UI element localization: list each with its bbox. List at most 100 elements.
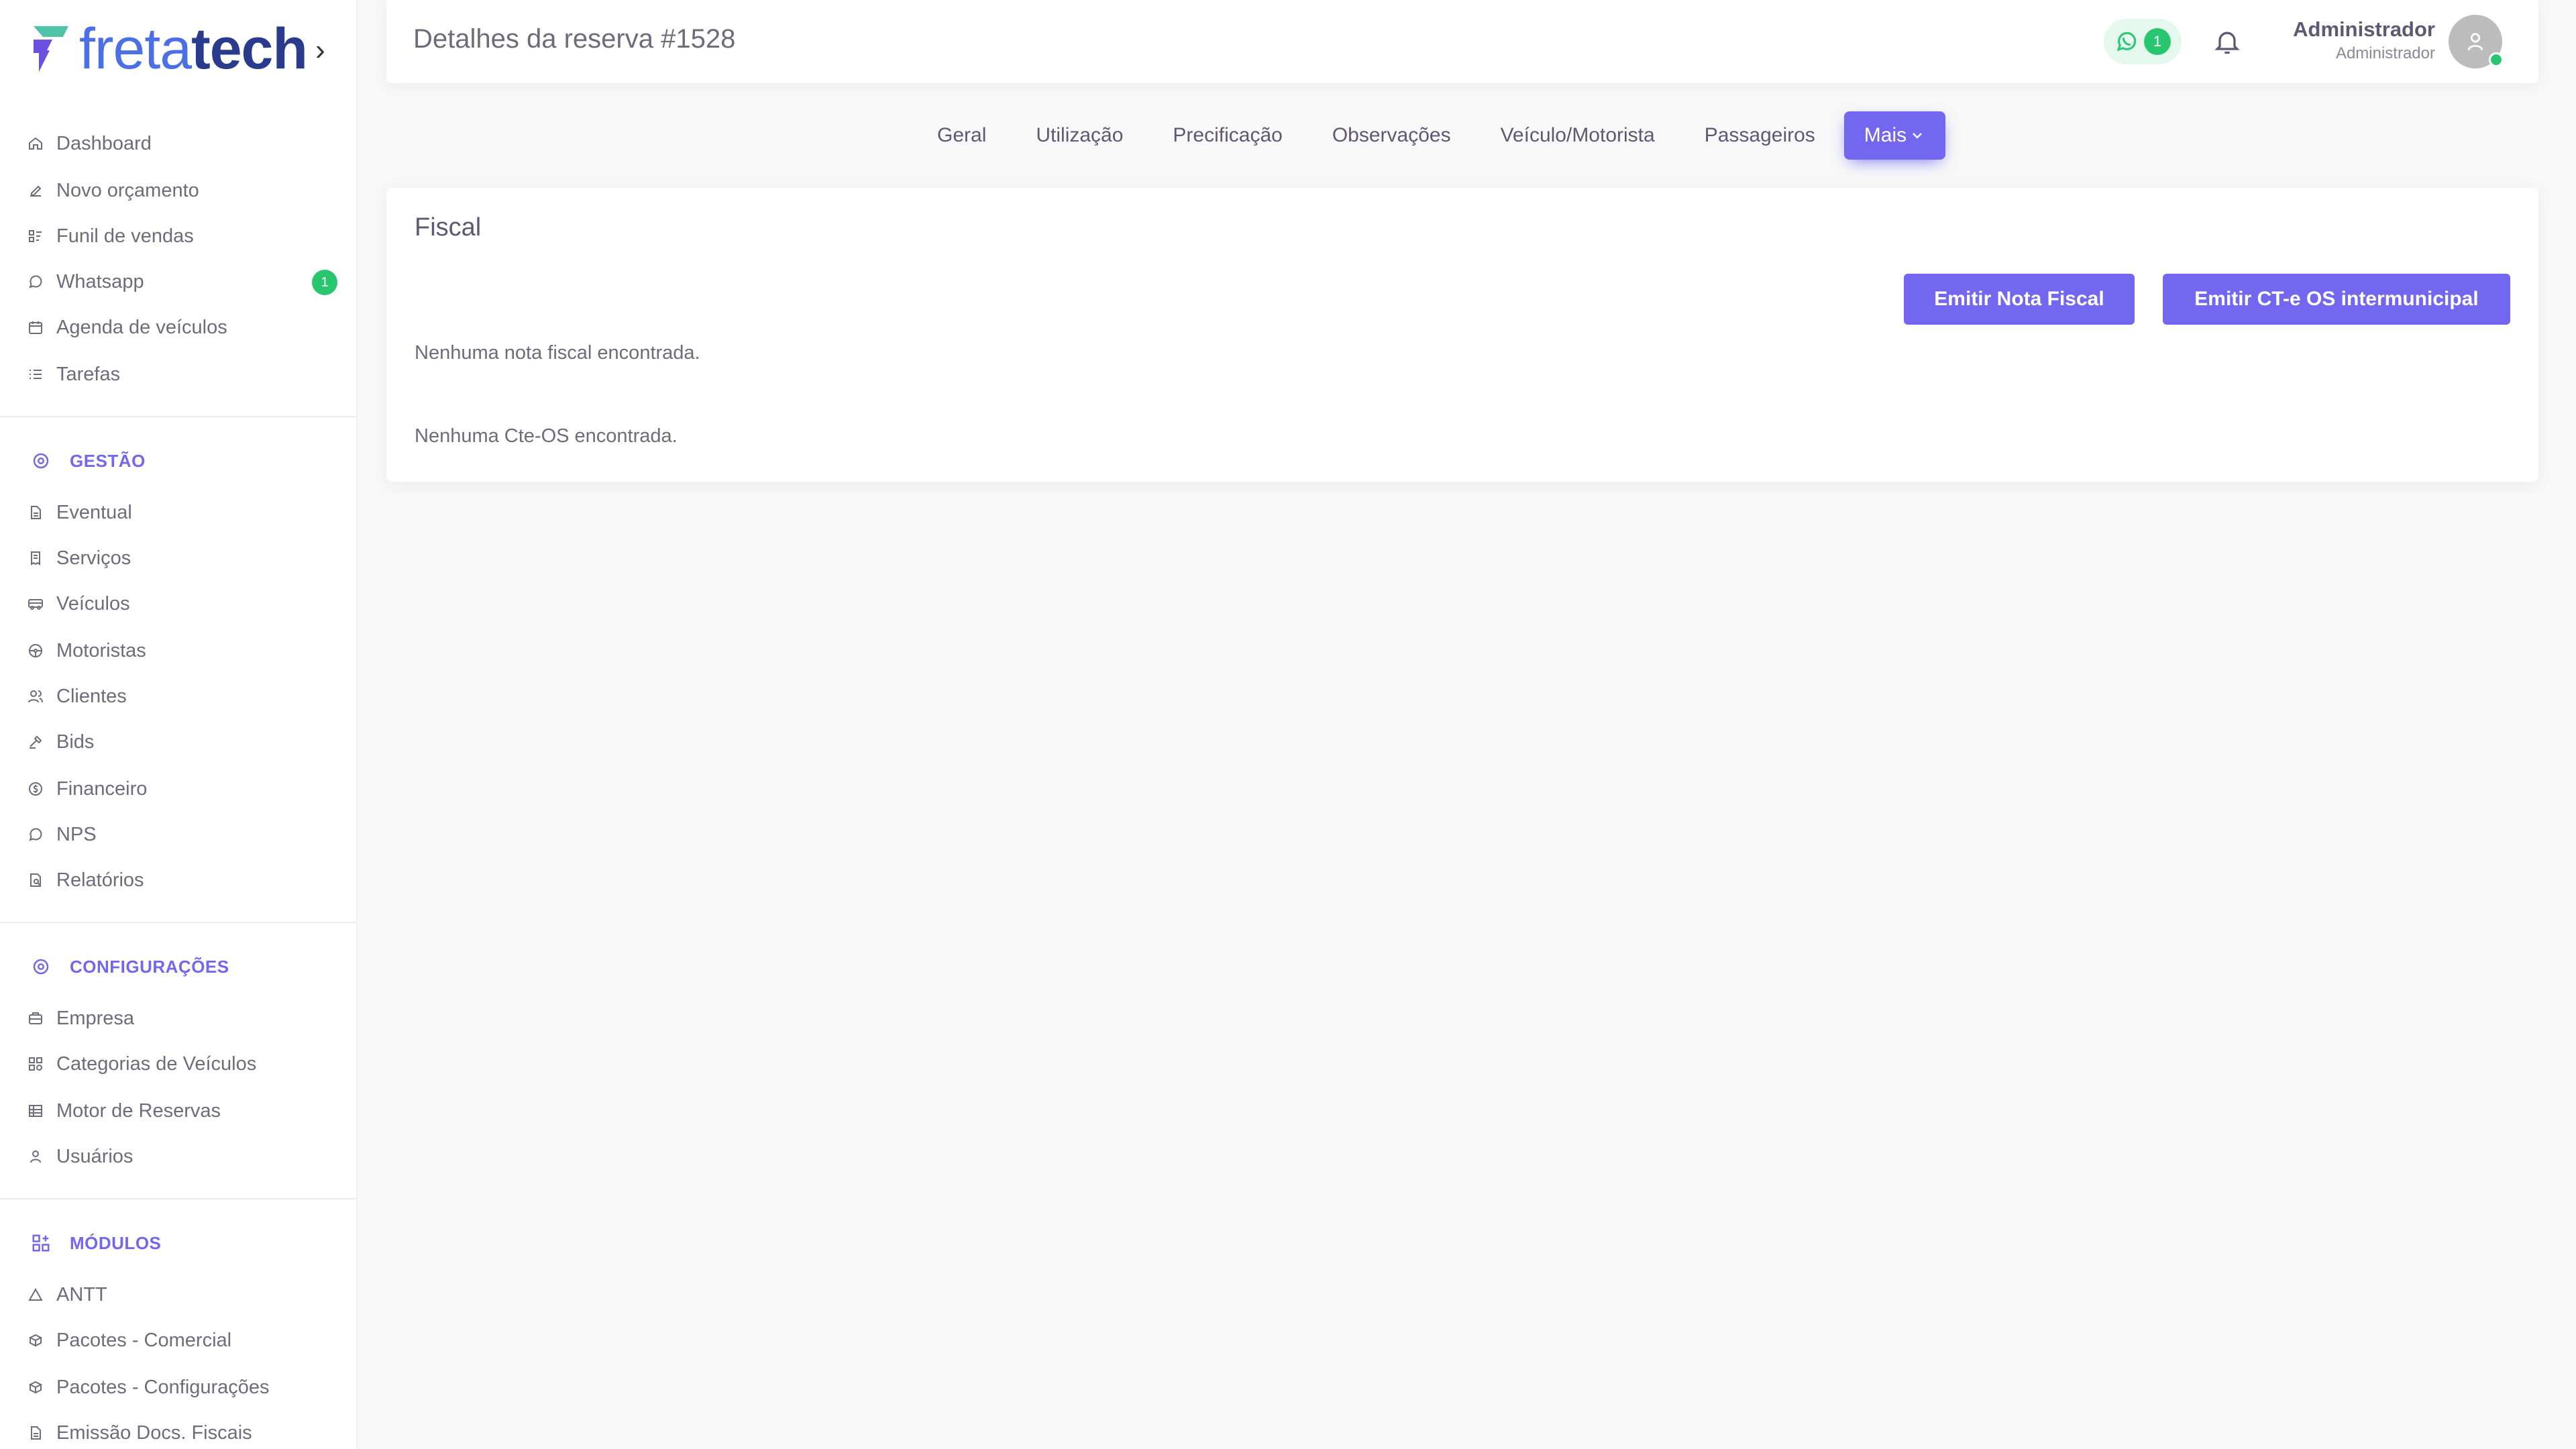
sidebar-divider bbox=[0, 1198, 357, 1199]
whatsapp-notifications-button[interactable]: 1 bbox=[2104, 19, 2182, 64]
whatsapp-count-badge: 1 bbox=[2144, 28, 2171, 55]
whatsapp-icon bbox=[27, 273, 44, 290]
sidebar-item-label: Clientes bbox=[56, 685, 127, 707]
sidebar-item-label: Agenda de veículos bbox=[56, 316, 227, 338]
empty-nota-fiscal-message: Nenhuma nota fiscal encontrada. bbox=[415, 342, 700, 364]
sidebar-item-label: ANTT bbox=[56, 1283, 107, 1305]
sidebar-item-label: Serviços bbox=[56, 547, 131, 569]
sidebar-item-label: Relatórios bbox=[56, 869, 144, 891]
sidebar-item-novo-orcamento[interactable]: Novo orçamento bbox=[27, 170, 199, 211]
tab-utilizacao[interactable]: Utilização bbox=[1011, 111, 1148, 160]
calendar-icon bbox=[27, 319, 44, 336]
sidebar-item-relatorios[interactable]: Relatórios bbox=[27, 860, 144, 900]
sidebar-item-label: Categorias de Veículos bbox=[56, 1053, 257, 1075]
page-title: Detalhes da reserva #1528 bbox=[413, 24, 736, 54]
sidebar: fretatech › Dashboard Novo orçamento Fun… bbox=[0, 0, 357, 1449]
sidebar-item-label: NPS bbox=[56, 823, 97, 845]
sidebar-item-label: Dashboard bbox=[56, 132, 152, 154]
sidebar-section-configuracoes: CONFIGURAÇÕES bbox=[30, 950, 229, 983]
sidebar-item-tarefas[interactable]: Tarefas bbox=[27, 354, 120, 394]
chevron-down-icon bbox=[1913, 133, 1923, 139]
tab-mais-dropdown[interactable]: Mais bbox=[1843, 111, 1946, 160]
whatsapp-unread-badge: 1 bbox=[312, 270, 337, 295]
brand-logo[interactable]: fretatech bbox=[30, 17, 308, 81]
table-icon bbox=[27, 1102, 44, 1120]
sidebar-item-label: Usuários bbox=[56, 1145, 133, 1167]
fiscal-card: Fiscal Emitir Nota Fiscal Emitir CT-e OS… bbox=[386, 188, 2538, 482]
user-role: Administrador bbox=[2335, 44, 2435, 62]
sidebar-divider bbox=[0, 416, 357, 417]
sidebar-item-funil-de-vendas[interactable]: Funil de vendas bbox=[27, 216, 194, 256]
sidebar-section-modulos: MÓDULOS bbox=[30, 1226, 161, 1260]
collapse-sidebar-chevron-icon[interactable]: › bbox=[315, 34, 325, 67]
user-name[interactable]: Administrador bbox=[2293, 17, 2435, 42]
building-icon bbox=[27, 1010, 44, 1027]
settings-icon bbox=[30, 449, 52, 472]
tab-mais-label: Mais bbox=[1864, 124, 1907, 146]
sidebar-item-label: Veículos bbox=[56, 592, 130, 614]
sidebar-item-agenda-de-veiculos[interactable]: Agenda de veículos bbox=[27, 307, 227, 347]
sidebar-item-label: Bids bbox=[56, 731, 95, 753]
sidebar-item-antt[interactable]: ANTT bbox=[27, 1275, 107, 1315]
emitir-nota-fiscal-button[interactable]: Emitir Nota Fiscal bbox=[1904, 274, 2135, 325]
section-title-label: CONFIGURAÇÕES bbox=[70, 956, 229, 977]
avatar[interactable] bbox=[2449, 15, 2504, 68]
sidebar-item-label: Empresa bbox=[56, 1007, 135, 1029]
package-icon bbox=[27, 1379, 44, 1396]
empty-cte-os-message: Nenhuma Cte-OS encontrada. bbox=[415, 425, 678, 447]
sidebar-item-servicos[interactable]: Serviços bbox=[27, 538, 131, 578]
settings-icon bbox=[30, 955, 52, 978]
brand-name: fretatech bbox=[79, 17, 308, 81]
sidebar-item-veiculos[interactable]: Veículos bbox=[27, 584, 130, 624]
sidebar-item-motor-de-reservas[interactable]: Motor de Reservas bbox=[27, 1091, 221, 1131]
sidebar-item-label: Financeiro bbox=[56, 777, 148, 800]
bell-icon[interactable] bbox=[2212, 27, 2242, 56]
sidebar-item-motoristas[interactable]: Motoristas bbox=[27, 631, 146, 671]
tab-passageiros[interactable]: Passageiros bbox=[1680, 111, 1840, 160]
card-title: Fiscal bbox=[415, 213, 482, 241]
tab-veiculo-motorista[interactable]: Veículo/Motorista bbox=[1476, 111, 1680, 160]
sidebar-item-eventual[interactable]: Eventual bbox=[27, 492, 132, 533]
sidebar-item-emissao-docs-fiscais[interactable]: Emissão Docs. Fiscais bbox=[27, 1413, 252, 1449]
sidebar-item-label: Motor de Reservas bbox=[56, 1099, 221, 1122]
sidebar-item-label: Motoristas bbox=[56, 639, 146, 661]
sidebar-item-nps[interactable]: NPS bbox=[27, 814, 97, 855]
sidebar-item-pacotes-configuracoes[interactable]: Pacotes - Configurações bbox=[27, 1367, 270, 1407]
tab-precificacao[interactable]: Precificação bbox=[1148, 111, 1307, 160]
sidebar-item-bids[interactable]: Bids bbox=[27, 722, 94, 762]
sidebar-item-label: Eventual bbox=[56, 501, 132, 523]
reservation-tabs: Geral Utilização Precificação Observaçõe… bbox=[912, 111, 1946, 160]
tab-geral[interactable]: Geral bbox=[912, 111, 1011, 160]
edit-icon bbox=[27, 182, 44, 199]
home-icon bbox=[27, 135, 44, 152]
sidebar-item-pacotes-comercial[interactable]: Pacotes - Comercial bbox=[27, 1320, 231, 1360]
users-icon bbox=[27, 688, 44, 705]
sidebar-section-gestao: GESTÃO bbox=[30, 444, 146, 478]
user-icon bbox=[2467, 33, 2483, 51]
sidebar-item-whatsapp[interactable]: Whatsapp bbox=[27, 262, 144, 302]
sidebar-item-financeiro[interactable]: Financeiro bbox=[27, 769, 147, 809]
sidebar-item-empresa[interactable]: Empresa bbox=[27, 998, 134, 1038]
fretatech-logo-icon bbox=[34, 26, 68, 72]
emitir-cte-os-button[interactable]: Emitir CT-e OS intermunicipal bbox=[2163, 274, 2510, 325]
tab-observacoes[interactable]: Observações bbox=[1307, 111, 1476, 160]
sidebar-item-label: Pacotes - Comercial bbox=[56, 1329, 232, 1351]
receipt-icon bbox=[27, 549, 44, 567]
whatsapp-icon bbox=[2116, 32, 2137, 52]
coin-icon bbox=[27, 780, 44, 798]
sidebar-item-categorias-de-veiculos[interactable]: Categorias de Veículos bbox=[27, 1044, 256, 1084]
brand-name-part2: tech bbox=[191, 17, 308, 81]
sidebar-item-dashboard[interactable]: Dashboard bbox=[27, 123, 152, 164]
sidebar-item-usuarios[interactable]: Usuários bbox=[27, 1136, 133, 1177]
file-icon bbox=[27, 504, 44, 521]
sidebar-item-label: Whatsapp bbox=[56, 270, 144, 292]
section-title-label: GESTÃO bbox=[70, 450, 146, 471]
package-icon bbox=[27, 1332, 44, 1349]
sidebar-item-label: Funil de vendas bbox=[56, 225, 194, 247]
steering-wheel-icon bbox=[27, 642, 44, 659]
sidebar-item-label: Emissão Docs. Fiscais bbox=[56, 1421, 252, 1444]
sidebar-item-clientes[interactable]: Clientes bbox=[27, 676, 127, 716]
gavel-icon bbox=[27, 733, 44, 751]
bus-icon bbox=[27, 595, 44, 612]
online-status-dot bbox=[2489, 52, 2504, 67]
